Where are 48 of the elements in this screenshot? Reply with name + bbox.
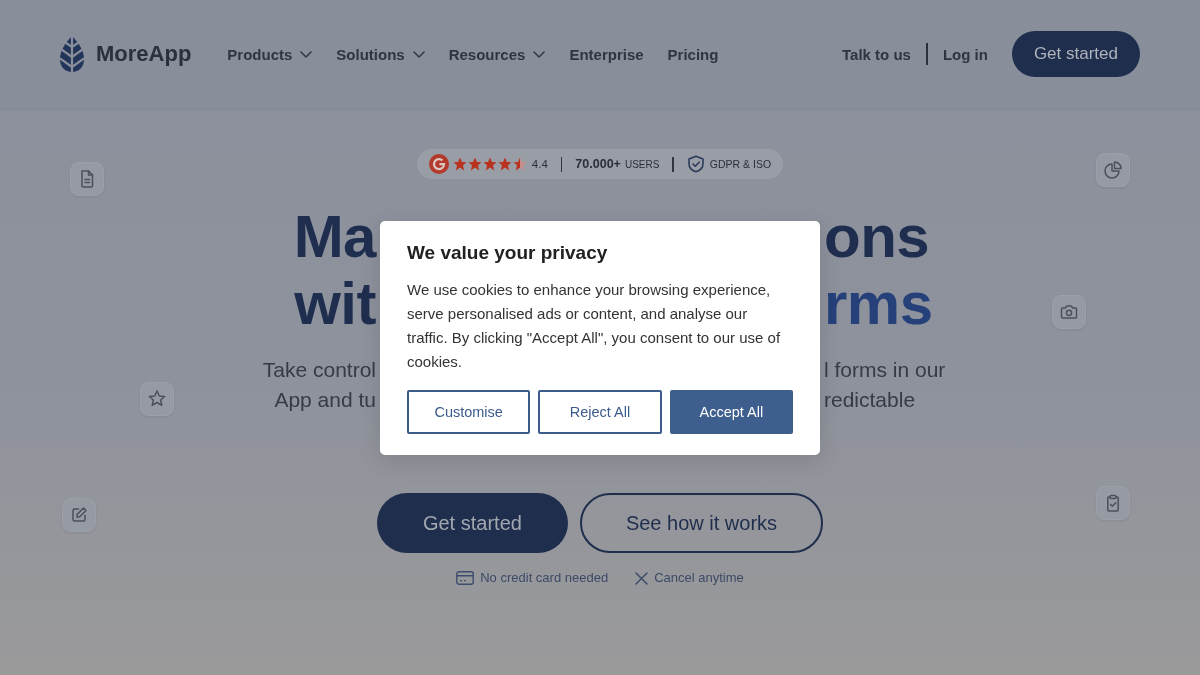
user-label: USERS bbox=[624, 158, 660, 170]
close-icon bbox=[635, 571, 649, 585]
headline-text: rms bbox=[824, 270, 933, 337]
edit-icon bbox=[62, 498, 96, 532]
secondary-button[interactable]: See how it works bbox=[579, 493, 824, 553]
nav-link[interactable]: Log in bbox=[942, 45, 988, 63]
rating-score: 4.4 bbox=[531, 158, 548, 170]
lead-text: Take control bbox=[262, 357, 376, 383]
lead-text: App and tu bbox=[274, 387, 376, 413]
star-icon bbox=[452, 157, 467, 171]
nav-menu-button[interactable]: Solutions bbox=[336, 45, 425, 63]
nav-link[interactable]: Talk to us bbox=[842, 45, 911, 63]
nav-menu-button[interactable]: Products bbox=[227, 45, 313, 63]
star-icon bbox=[512, 157, 527, 171]
nav-link[interactable]: Enterprise bbox=[569, 45, 644, 63]
logo-icon bbox=[428, 154, 449, 174]
headline-text: Ma bbox=[293, 203, 376, 270]
dialog-title: We value your privacy bbox=[407, 241, 608, 265]
shield-check-icon bbox=[686, 155, 705, 173]
credit-card-icon bbox=[456, 571, 475, 585]
lead-text: redictable bbox=[824, 387, 916, 413]
lead-text: l forms in our bbox=[824, 357, 946, 383]
caret-icon bbox=[533, 50, 546, 58]
nav-menu-button[interactable]: Resources bbox=[448, 45, 546, 63]
dialog-text: We use cookies to enhance your browsing experience, serve personalised ads or content, and analyse our traffic. By clicking "Accept All", you consent to our use of cookies. bbox=[407, 280, 782, 372]
pie-chart-icon bbox=[1096, 153, 1130, 187]
document-icon bbox=[70, 162, 104, 196]
primary-button[interactable]: Get started bbox=[376, 493, 568, 553]
note-text: No credit card needed bbox=[480, 569, 609, 587]
headline-text: wit bbox=[294, 270, 376, 337]
secondary-button[interactable]: Customise bbox=[407, 390, 531, 434]
compliance-label: GDPR & ISO bbox=[709, 158, 772, 170]
primary-button[interactable]: Accept All bbox=[669, 390, 793, 434]
leaf-logo-icon bbox=[60, 36, 84, 72]
headline-text: ons bbox=[824, 203, 930, 270]
star-icon bbox=[497, 157, 512, 171]
star-icon bbox=[467, 157, 482, 171]
star-icon bbox=[482, 157, 497, 171]
cta-button[interactable]: Get started bbox=[1011, 31, 1140, 77]
clipboard-check-icon bbox=[1096, 486, 1130, 520]
user-count: 70.000+ bbox=[575, 157, 621, 171]
caret-icon bbox=[412, 50, 425, 58]
camera-icon bbox=[1052, 295, 1086, 329]
note-text: Cancel anytime bbox=[654, 569, 744, 587]
secondary-button[interactable]: Reject All bbox=[538, 390, 662, 434]
logo-link[interactable]: MoreApp bbox=[60, 36, 192, 72]
nav-link[interactable]: Pricing bbox=[667, 45, 719, 63]
caret-icon bbox=[300, 50, 313, 58]
